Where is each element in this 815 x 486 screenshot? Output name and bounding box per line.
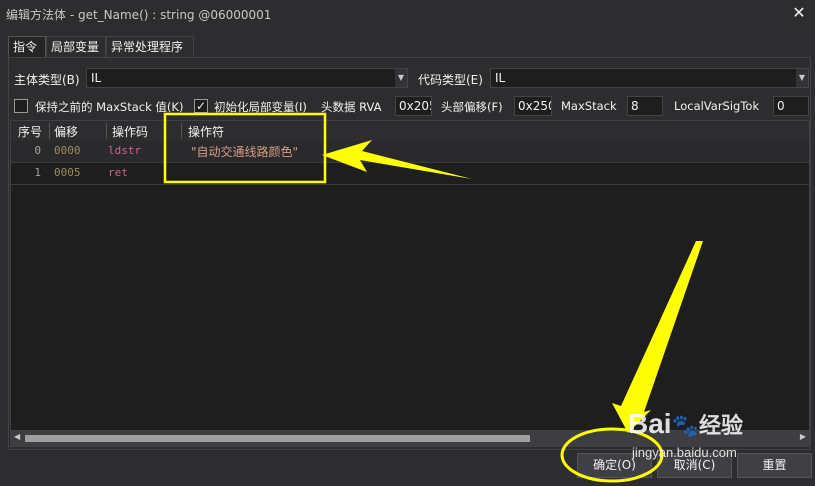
window-title: 编辑方法体 - get_Name() : string @06000001: [6, 8, 272, 22]
instruction-grid[interactable]: 序号 偏移 操作码 操作符 0 0000 ldstr "自动交通线路颜色" 1 …: [10, 120, 810, 447]
row-index: 0: [34, 144, 41, 157]
tab-instructions[interactable]: 指令: [8, 36, 46, 58]
header-offset-label: 头部偏移(F): [441, 100, 503, 114]
table-row[interactable]: 0 0000 ldstr "自动交通线路颜色": [11, 141, 809, 163]
chevron-down-icon: ▼: [796, 69, 808, 87]
title-bar: 编辑方法体 - get_Name() : string @06000001 ✕: [0, 0, 815, 28]
column-index[interactable]: 序号: [18, 123, 42, 140]
watermark-url: jingyan.baidu.com: [632, 445, 737, 460]
column-divider: [106, 123, 107, 139]
watermark-logo: Bai🐾经验: [628, 408, 743, 440]
code-type-value: IL: [495, 71, 506, 85]
scroll-right-icon[interactable]: ▶: [800, 432, 806, 441]
scrollbar-thumb[interactable]: [25, 435, 530, 442]
body-type-value: IL: [91, 71, 102, 85]
maxstack-input[interactable]: 8: [627, 96, 663, 116]
header-offset-input[interactable]: 0x250: [514, 96, 552, 116]
body-type-select[interactable]: IL ▼: [86, 68, 408, 88]
reset-button[interactable]: 重置: [737, 453, 812, 478]
close-icon[interactable]: ✕: [789, 3, 809, 23]
row-offset: 0005: [54, 166, 81, 179]
column-opcode[interactable]: 操作码: [112, 123, 148, 140]
code-type-select[interactable]: IL ▼: [490, 68, 809, 88]
column-divider: [181, 123, 182, 139]
table-row[interactable]: 1 0005 ret: [11, 163, 809, 185]
grid-header: 序号 偏移 操作码 操作符: [11, 121, 809, 142]
paw-icon: 🐾: [671, 413, 699, 438]
row-operand: "自动交通线路颜色": [191, 145, 299, 159]
row-index: 1: [34, 166, 41, 179]
row-opcode: ldstr: [108, 144, 142, 157]
code-type-label: 代码类型(E): [418, 73, 483, 87]
chevron-down-icon: ▼: [395, 69, 407, 87]
watermark-brand-suffix: 经验: [698, 413, 743, 438]
header-rva-label: 头数据 RVA: [321, 100, 382, 114]
row-opcode: ret: [108, 166, 128, 179]
column-divider: [49, 123, 50, 139]
scroll-left-icon[interactable]: ◀: [14, 432, 20, 441]
localvarsigtok-input[interactable]: 0: [773, 96, 809, 116]
watermark-brand: Bai: [628, 408, 672, 439]
maxstack-label: MaxStack: [561, 99, 617, 113]
column-offset[interactable]: 偏移: [54, 123, 78, 140]
init-locals-checkbox[interactable]: ✓: [194, 99, 208, 113]
tab-locals[interactable]: 局部变量: [46, 36, 106, 57]
init-locals-label: 初始化局部变量(I): [214, 100, 307, 114]
keep-maxstack-label: 保持之前的 MaxStack 值(K): [35, 100, 184, 114]
column-operand[interactable]: 操作符: [188, 123, 224, 140]
row-offset: 0000: [54, 144, 81, 157]
tab-exception-handlers[interactable]: 异常处理程序: [106, 36, 194, 57]
keep-maxstack-checkbox[interactable]: [14, 99, 28, 113]
localvarsigtok-label: LocalVarSigTok: [674, 99, 760, 113]
header-rva-input[interactable]: 0x205: [395, 96, 432, 116]
body-type-label: 主体类型(B): [14, 73, 80, 87]
